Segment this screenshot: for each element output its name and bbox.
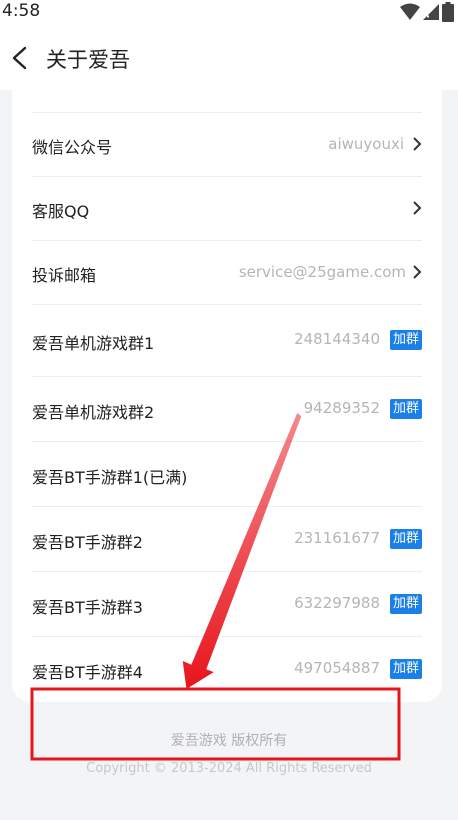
footer-copyright: Copyright © 2013-2024 All Rights Reserve…: [86, 761, 372, 776]
row-label: 投诉邮箱: [32, 266, 97, 285]
chevron-right-icon: [413, 265, 422, 279]
join-group-button[interactable]: 加群: [389, 399, 422, 419]
row-value: service@25game.com: [238, 263, 406, 281]
status-time: 4:58: [2, 1, 41, 21]
row-value: aiwuyouxi: [328, 135, 404, 153]
row-label: 微信公众号: [32, 138, 113, 157]
group-row: 爱吾BT手游群1(已满): [32, 442, 422, 507]
app-header: 关于爱吾: [0, 24, 458, 90]
group-row: 爱吾单机游戏群2 94289352 加群: [32, 377, 422, 442]
group-label: 爱吾BT手游群1(已满): [32, 468, 188, 487]
settings-row-email[interactable]: 投诉邮箱 service@25game.com: [32, 241, 422, 305]
group-number: 94289352: [303, 399, 380, 417]
group-row: 爱吾BT手游群4 497054887 加群: [32, 637, 422, 701]
footer-company: 爱吾游戏 版权所有: [170, 733, 288, 749]
join-group-button[interactable]: 加群: [389, 529, 422, 549]
settings-row-qq[interactable]: 客服QQ: [32, 177, 422, 241]
group-label: 爱吾BT手游群2: [32, 533, 143, 552]
join-group-button[interactable]: 加群: [389, 330, 422, 350]
group-row: 爱吾BT手游群2 231161677 加群: [32, 507, 422, 572]
join-group-button[interactable]: 加群: [389, 659, 422, 679]
group-number: 231161677: [294, 529, 380, 547]
group-number: 248144340: [294, 330, 380, 348]
about-card: 微信公众号 aiwuyouxi 客服QQ 投诉邮箱 service@25game…: [12, 90, 442, 702]
group-label: 爱吾单机游戏群1: [32, 334, 155, 353]
status-icons: [400, 2, 454, 22]
settings-row-partial: [32, 90, 422, 113]
row-label: 客服QQ: [32, 202, 90, 221]
group-number: 497054887: [294, 659, 380, 677]
back-arrow-icon[interactable]: [10, 46, 30, 70]
group-row: 爱吾单机游戏群1 248144340 加群: [32, 305, 422, 377]
group-row: 爱吾BT手游群3 632297988 加群: [32, 572, 422, 637]
join-group-button[interactable]: 加群: [389, 594, 422, 614]
group-number: 632297988: [294, 594, 380, 612]
group-label: 爱吾BT手游群4: [32, 663, 143, 682]
chevron-right-icon: [413, 137, 422, 151]
battery-icon: [442, 2, 454, 22]
signal-icon: [423, 4, 439, 20]
status-bar: 4:58: [0, 0, 458, 24]
settings-row-wechat[interactable]: 微信公众号 aiwuyouxi: [32, 112, 422, 177]
group-label: 爱吾单机游戏群2: [32, 403, 155, 422]
group-label: 爱吾BT手游群3: [32, 598, 143, 617]
chevron-right-icon: [413, 201, 422, 215]
wifi-icon: [400, 3, 420, 20]
page-title: 关于爱吾: [46, 48, 130, 72]
